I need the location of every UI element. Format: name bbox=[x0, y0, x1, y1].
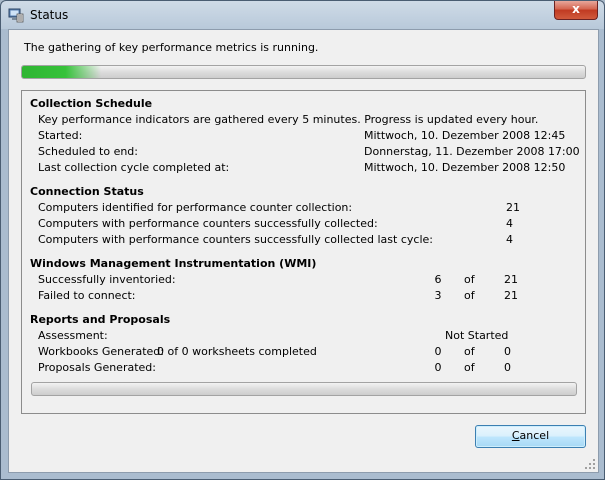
failed-connect-of: of bbox=[464, 289, 475, 302]
app-icon bbox=[8, 8, 24, 23]
scheduled-end-value: Donnerstag, 11. Dezember 2008 17:00 bbox=[364, 145, 580, 158]
workbooks-label: Workbooks Generated: bbox=[38, 345, 164, 358]
window-title: Status bbox=[30, 8, 69, 22]
reports-heading: Reports and Proposals bbox=[30, 313, 171, 326]
workbooks-detail: 0 of 0 worksheets completed bbox=[157, 345, 317, 358]
proposals-of: of bbox=[464, 361, 475, 374]
counters-last-cycle-label: Computers with performance counters succ… bbox=[38, 233, 433, 246]
inventoried-of: of bbox=[464, 273, 475, 286]
counters-last-cycle-value: 4 bbox=[506, 233, 513, 246]
status-window: Status x The gathering of key performanc… bbox=[0, 0, 605, 480]
inventoried-count: 6 bbox=[434, 273, 442, 286]
last-cycle-label: Last collection cycle completed at: bbox=[38, 161, 230, 174]
connection-status-heading: Connection Status bbox=[30, 185, 144, 198]
computers-identified-label: Computers identified for performance cou… bbox=[38, 201, 353, 214]
failed-connect-total: 21 bbox=[504, 289, 518, 302]
proposals-label: Proposals Generated: bbox=[38, 361, 156, 374]
wmi-heading: Windows Management Instrumentation (WMI) bbox=[30, 257, 317, 270]
title-bar[interactable]: Status x bbox=[1, 1, 604, 29]
inventoried-total: 21 bbox=[504, 273, 518, 286]
scheduled-end-label: Scheduled to end: bbox=[38, 145, 138, 158]
counters-collected-label: Computers with performance counters succ… bbox=[38, 217, 378, 230]
close-icon: x bbox=[572, 2, 580, 16]
reports-progress-bar bbox=[31, 382, 577, 396]
assessment-value: Not Started bbox=[445, 329, 509, 342]
cancel-label-rest: ancel bbox=[519, 429, 550, 442]
counters-collected-value: 4 bbox=[506, 217, 513, 230]
cancel-button[interactable]: Cancel bbox=[475, 425, 586, 448]
collection-schedule-description: Key performance indicators are gathered … bbox=[38, 113, 539, 126]
computers-identified-value: 21 bbox=[506, 201, 520, 214]
collection-progress-bar bbox=[21, 65, 586, 79]
status-details-panel: Collection Schedule Key performance indi… bbox=[21, 90, 586, 414]
workbooks-count: 0 bbox=[434, 345, 442, 358]
proposals-count: 0 bbox=[434, 361, 442, 374]
started-label: Started: bbox=[38, 129, 83, 142]
workbooks-total: 0 bbox=[504, 345, 511, 358]
failed-connect-label: Failed to connect: bbox=[38, 289, 136, 302]
proposals-total: 0 bbox=[504, 361, 511, 374]
dialog-client-area: The gathering of key performance metrics… bbox=[8, 29, 599, 473]
workbooks-of: of bbox=[464, 345, 475, 358]
started-value: Mittwoch, 10. Dezember 2008 12:45 bbox=[364, 129, 566, 142]
collection-progress-fill bbox=[22, 66, 101, 78]
last-cycle-value: Mittwoch, 10. Dezember 2008 12:50 bbox=[364, 161, 566, 174]
collection-schedule-heading: Collection Schedule bbox=[30, 97, 153, 110]
inventoried-label: Successfully inventoried: bbox=[38, 273, 176, 286]
status-message: The gathering of key performance metrics… bbox=[24, 41, 319, 54]
close-button[interactable]: x bbox=[554, 1, 598, 20]
resize-grip-icon[interactable] bbox=[585, 459, 596, 470]
assessment-label: Assessment: bbox=[38, 329, 108, 342]
cancel-mnemonic: C bbox=[511, 429, 520, 442]
failed-connect-count: 3 bbox=[434, 289, 442, 302]
